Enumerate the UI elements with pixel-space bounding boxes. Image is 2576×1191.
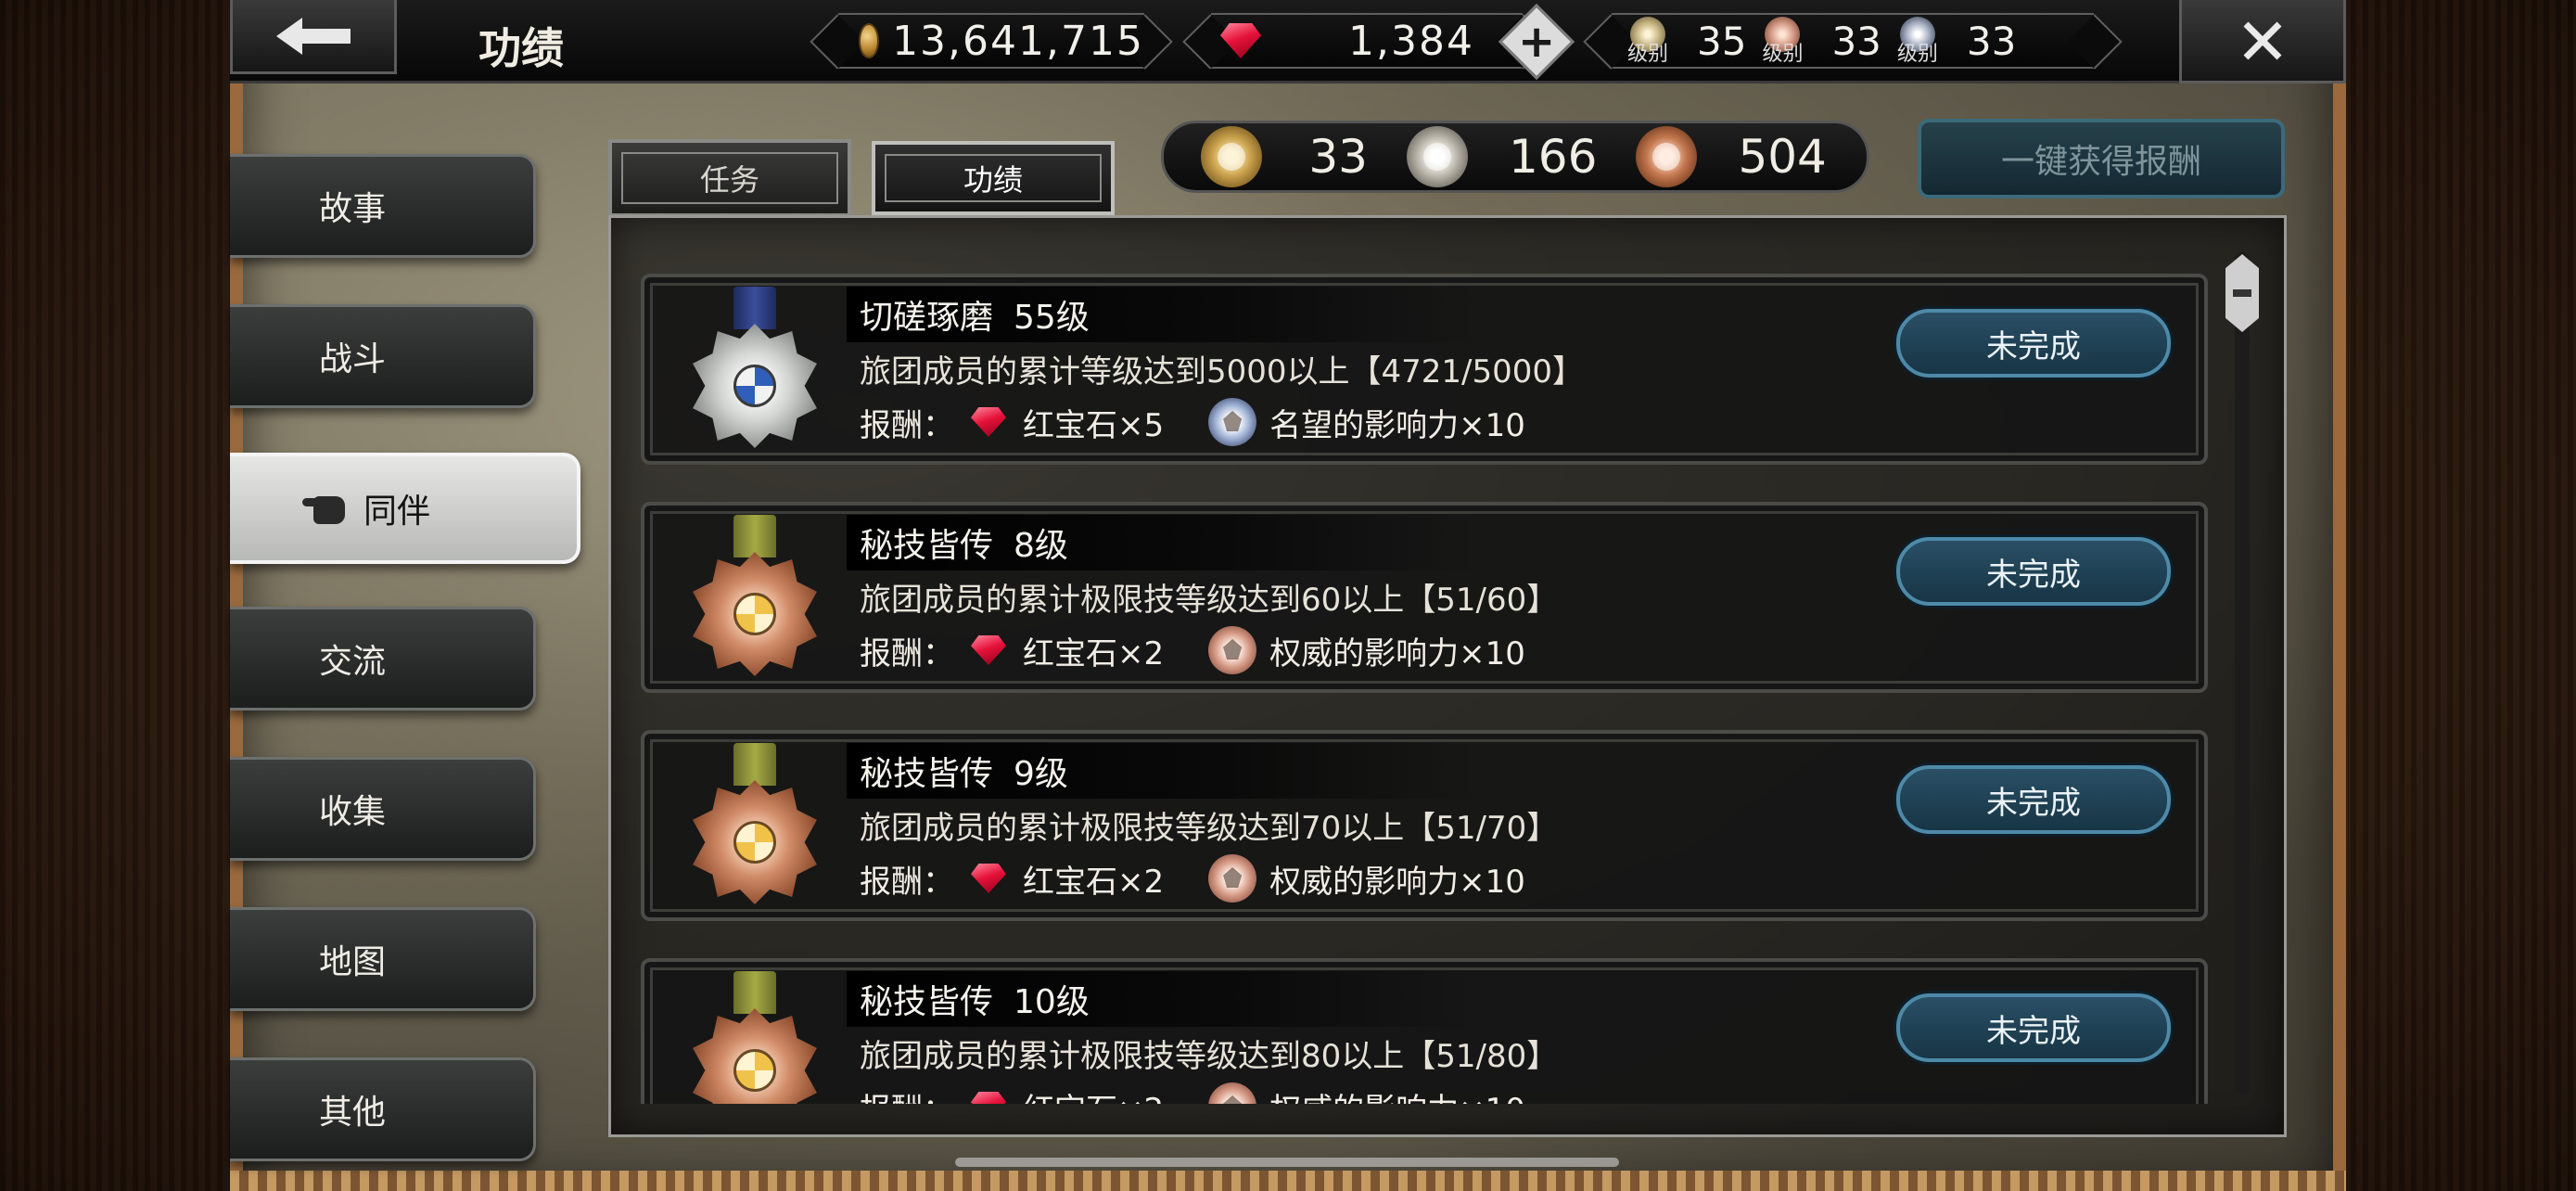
achievement-title: 切磋琢磨 55级: [847, 287, 1477, 342]
list-item: 秘技皆传 8级 旅团成员的累计极限技等级达到60以上【51/60】 报酬： 红宝石…: [641, 502, 2208, 693]
silver-medal-icon: [685, 287, 824, 463]
arrow-left-icon: [276, 17, 351, 55]
achievement-reward: 报酬： 红宝石×2 权威的影响力×10: [860, 1082, 1525, 1104]
sidebar-item-label: 收集: [319, 793, 387, 831]
silver-medal-icon: [1407, 126, 1468, 187]
authority-influence-icon: [1208, 1082, 1257, 1104]
sidebar-item-map[interactable]: 地图: [230, 907, 536, 1011]
sidebar-item-battle[interactable]: 战斗: [230, 304, 536, 408]
scrollbar-thumb[interactable]: [2225, 254, 2259, 332]
ruby-amount: 1,384: [1348, 17, 1474, 65]
scrollbar-track[interactable]: [2235, 252, 2250, 1095]
achievement-progress: 【51/60】: [1404, 582, 1559, 619]
authority-influence-icon: [1208, 626, 1257, 674]
ruby-icon: [971, 864, 1006, 893]
coin-amount: 13,641,715: [892, 17, 1144, 65]
status-button[interactable]: 未完成: [1896, 537, 2171, 606]
sidebar-item-other[interactable]: 其他: [230, 1057, 536, 1161]
sidebar-item-collection[interactable]: 收集: [230, 757, 536, 861]
close-button[interactable]: [2179, 0, 2346, 83]
tab-missions[interactable]: 任务: [608, 139, 851, 217]
bronze-medal-count: 504: [1738, 130, 1827, 184]
tab-achievements[interactable]: 功绩: [872, 141, 1115, 215]
ruby-icon: [971, 1092, 1006, 1104]
coin-counter: 13,641,715: [838, 13, 1144, 69]
achievement-progress: 【51/80】: [1404, 1038, 1559, 1075]
renown-influence-icon: [1208, 398, 1257, 446]
sidebar-item-label: 同伴: [363, 493, 431, 531]
gold-medal-count: 33: [1308, 130, 1368, 184]
status-button[interactable]: 未完成: [1896, 765, 2171, 834]
sidebar-item-social[interactable]: 交流: [230, 607, 536, 711]
sidebar-item-companion[interactable]: 同伴: [230, 453, 580, 564]
sidebar-item-story[interactable]: 故事: [230, 154, 536, 258]
ruby-counter: 1,384: [1211, 13, 1523, 69]
rank-gold: 级别 35: [1625, 17, 1759, 65]
rank-counter: 级别 35 级别 33 级别 33: [1612, 13, 2094, 69]
sidebar-item-label: 地图: [319, 943, 387, 981]
claim-all-rewards-button[interactable]: 一键获得报酬: [1918, 119, 2285, 198]
bronze-medal-icon: [685, 743, 824, 919]
rank-silver: 级别 33: [1894, 17, 2029, 65]
list-item: 切磋琢磨 55级 旅团成员的累计等级达到5000以上【4721/5000】 报酬：…: [641, 274, 2208, 465]
sidebar-item-label: 故事: [319, 190, 387, 228]
pointing-hand-icon: [302, 491, 347, 526]
bronze-medal-icon: [1636, 126, 1698, 187]
rank-value: 33: [1831, 18, 1881, 64]
home-indicator[interactable]: [955, 1158, 1619, 1167]
achievement-reward: 报酬： 红宝石×5 名望的影响力×10: [860, 398, 1525, 446]
achievement-panel: 切磋琢磨 55级 旅团成员的累计等级达到5000以上【4721/5000】 报酬：…: [608, 215, 2287, 1137]
achievement-list[interactable]: 切磋琢磨 55级 旅团成员的累计等级达到5000以上【4721/5000】 报酬：…: [611, 218, 2284, 1104]
close-icon: [2243, 21, 2282, 59]
achievement-title: 秘技皆传 10级: [847, 971, 1477, 1027]
achievement-title: 秘技皆传 8级: [847, 515, 1477, 570]
achievement-description: 旅团成员的累计极限技等级达到80以上【51/80】: [860, 1038, 1559, 1075]
plus-icon: +: [1517, 16, 1556, 68]
frame-border: [230, 1171, 2346, 1191]
achievement-title: 秘技皆传 9级: [847, 743, 1477, 799]
rank-value: 35: [1697, 18, 1747, 64]
list-item: 秘技皆传10级 旅团成员的累计极限技等级达到80以上【51/80】 报酬： 红宝…: [641, 958, 2208, 1104]
sidebar-item-label: 其他: [319, 1094, 387, 1132]
achievement-reward: 报酬： 红宝石×2 权威的影响力×10: [860, 854, 1525, 903]
silver-medal-count: 166: [1509, 130, 1598, 184]
page-title: 功绩: [478, 23, 564, 73]
achievement-description: 旅团成员的累计等级达到5000以上【4721/5000】: [860, 353, 1585, 391]
authority-influence-icon: [1208, 854, 1257, 903]
tab-label: 任务: [699, 162, 759, 198]
medal-counts: 33 166 504: [1161, 121, 1869, 193]
gold-medal-icon: [1201, 126, 1262, 187]
rank-value: 33: [1966, 18, 2017, 64]
status-button[interactable]: 未完成: [1896, 309, 2171, 378]
gold-rank-emblem-icon: 级别: [1625, 17, 1671, 65]
status-button[interactable]: 未完成: [1896, 993, 2171, 1062]
coin-icon: [859, 23, 880, 58]
achievement-reward: 报酬： 红宝石×2 权威的影响力×10: [860, 626, 1525, 674]
bronze-medal-icon: [685, 515, 824, 691]
back-button[interactable]: [230, 0, 397, 74]
copper-rank-emblem-icon: 级别: [1759, 17, 1805, 65]
bronze-medal-icon: [685, 971, 824, 1104]
achievement-description: 旅团成员的累计极限技等级达到70以上【51/70】: [860, 810, 1559, 847]
achievement-progress: 【51/70】: [1404, 810, 1559, 847]
tab-label: 功绩: [963, 162, 1023, 198]
achievement-description: 旅团成员的累计极限技等级达到60以上【51/60】: [860, 582, 1559, 619]
ruby-icon: [1220, 23, 1261, 58]
achievement-progress: 【4721/5000】: [1349, 353, 1585, 391]
sidebar-item-label: 战斗: [319, 340, 387, 378]
ruby-icon: [971, 407, 1006, 437]
rank-copper: 级别 33: [1759, 17, 1894, 65]
silver-rank-emblem-icon: 级别: [1894, 17, 1941, 65]
ruby-icon: [971, 635, 1006, 665]
list-item: 秘技皆传 9级 旅团成员的累计极限技等级达到70以上【51/70】 报酬： 红宝石…: [641, 730, 2208, 921]
sidebar-item-label: 交流: [319, 643, 387, 681]
